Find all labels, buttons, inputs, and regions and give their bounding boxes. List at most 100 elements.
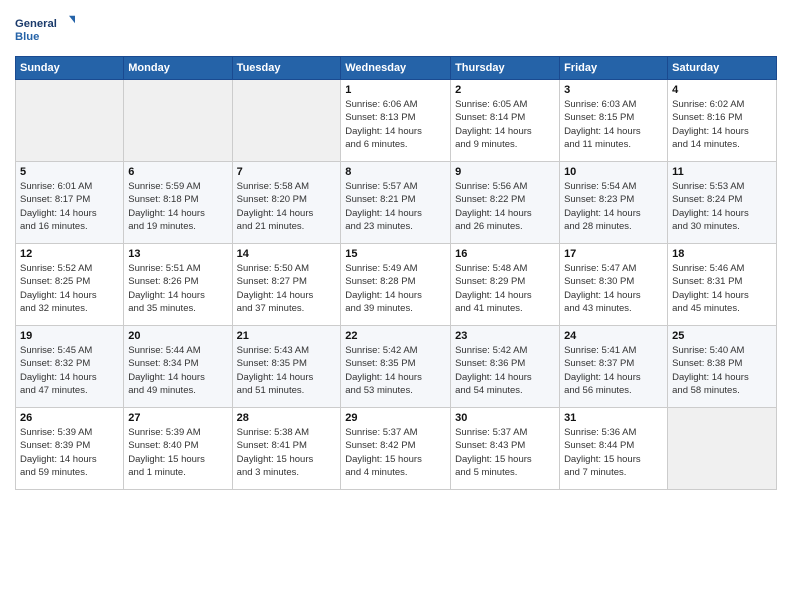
day-number: 23 [455,330,555,342]
day-info: Sunrise: 5:42 AM Sunset: 8:35 PM Dayligh… [345,344,446,397]
calendar-cell: 15 Sunrise: 5:49 AM Sunset: 8:28 PM Dayli… [341,244,451,326]
day-of-week-header: Monday [124,57,232,80]
day-number: 29 [345,412,446,424]
day-number: 8 [345,166,446,178]
day-info: Sunrise: 5:39 AM Sunset: 8:40 PM Dayligh… [128,426,227,479]
day-info: Sunrise: 5:36 AM Sunset: 8:44 PM Dayligh… [564,426,663,479]
day-info: Sunrise: 5:53 AM Sunset: 8:24 PM Dayligh… [672,180,772,233]
day-info: Sunrise: 5:52 AM Sunset: 8:25 PM Dayligh… [20,262,119,315]
logo: General Blue [15,10,75,50]
day-number: 30 [455,412,555,424]
calendar-cell: 1 Sunrise: 6:06 AM Sunset: 8:13 PM Daylig… [341,80,451,162]
day-number: 20 [128,330,227,342]
calendar-week-row: 12 Sunrise: 5:52 AM Sunset: 8:25 PM Dayli… [16,244,777,326]
day-number: 15 [345,248,446,260]
header: General Blue [15,10,777,50]
day-number: 6 [128,166,227,178]
day-number: 9 [455,166,555,178]
calendar-week-row: 19 Sunrise: 5:45 AM Sunset: 8:32 PM Dayli… [16,326,777,408]
day-number: 11 [672,166,772,178]
day-info: Sunrise: 5:42 AM Sunset: 8:36 PM Dayligh… [455,344,555,397]
calendar-cell: 5Sunrise: 6:01 AM Sunset: 8:17 PM Daylig… [16,162,124,244]
day-number: 24 [564,330,663,342]
calendar-cell: 19 Sunrise: 5:45 AM Sunset: 8:32 PM Dayli… [16,326,124,408]
day-number: 10 [564,166,663,178]
day-info: Sunrise: 5:39 AM Sunset: 8:39 PM Dayligh… [20,426,119,479]
calendar-cell: 11 Sunrise: 5:53 AM Sunset: 8:24 PM Dayli… [668,162,777,244]
day-number: 26 [20,412,119,424]
day-info: Sunrise: 5:57 AM Sunset: 8:21 PM Dayligh… [345,180,446,233]
svg-text:Blue: Blue [15,31,39,43]
calendar-cell: 25Sunrise: 5:40 AM Sunset: 8:38 PM Dayli… [668,326,777,408]
day-info: Sunrise: 5:46 AM Sunset: 8:31 PM Dayligh… [672,262,772,315]
calendar-cell: 22 Sunrise: 5:42 AM Sunset: 8:35 PM Dayli… [341,326,451,408]
calendar-week-row: 1 Sunrise: 6:06 AM Sunset: 8:13 PM Daylig… [16,80,777,162]
day-number: 17 [564,248,663,260]
day-of-week-header: Thursday [451,57,560,80]
calendar-cell: 28 Sunrise: 5:38 AM Sunset: 8:41 PM Dayli… [232,408,341,490]
calendar-cell: 20 Sunrise: 5:44 AM Sunset: 8:34 PM Dayli… [124,326,232,408]
calendar-cell: 7 Sunrise: 5:58 AM Sunset: 8:20 PM Daylig… [232,162,341,244]
calendar-cell: 6Sunrise: 5:59 AM Sunset: 8:18 PM Daylig… [124,162,232,244]
page-container: General Blue SundayMondayTuesdayWednesda… [0,0,792,612]
day-of-week-header: Sunday [16,57,124,80]
calendar-cell: 18Sunrise: 5:46 AM Sunset: 8:31 PM Dayli… [668,244,777,326]
day-number: 16 [455,248,555,260]
calendar-cell: 23 Sunrise: 5:42 AM Sunset: 8:36 PM Dayli… [451,326,560,408]
day-number: 3 [564,84,663,96]
day-number: 21 [237,330,337,342]
day-number: 1 [345,84,446,96]
calendar-cell: 14Sunrise: 5:50 AM Sunset: 8:27 PM Dayli… [232,244,341,326]
calendar-cell: 16 Sunrise: 5:48 AM Sunset: 8:29 PM Dayli… [451,244,560,326]
day-number: 27 [128,412,227,424]
calendar-cell: 26 Sunrise: 5:39 AM Sunset: 8:39 PM Dayli… [16,408,124,490]
day-info: Sunrise: 6:05 AM Sunset: 8:14 PM Dayligh… [455,98,555,151]
day-info: Sunrise: 5:56 AM Sunset: 8:22 PM Dayligh… [455,180,555,233]
calendar-table: SundayMondayTuesdayWednesdayThursdayFrid… [15,56,777,490]
day-info: Sunrise: 5:38 AM Sunset: 8:41 PM Dayligh… [237,426,337,479]
day-of-week-header: Saturday [668,57,777,80]
svg-text:General: General [15,18,57,30]
calendar-cell [668,408,777,490]
day-info: Sunrise: 5:41 AM Sunset: 8:37 PM Dayligh… [564,344,663,397]
calendar-cell: 27 Sunrise: 5:39 AM Sunset: 8:40 PM Dayli… [124,408,232,490]
day-number: 12 [20,248,119,260]
logo-svg: General Blue [15,10,75,50]
day-info: Sunrise: 5:43 AM Sunset: 8:35 PM Dayligh… [237,344,337,397]
day-info: Sunrise: 5:47 AM Sunset: 8:30 PM Dayligh… [564,262,663,315]
day-info: Sunrise: 5:49 AM Sunset: 8:28 PM Dayligh… [345,262,446,315]
calendar-cell: 4Sunrise: 6:02 AM Sunset: 8:16 PM Daylig… [668,80,777,162]
day-number: 22 [345,330,446,342]
calendar-cell [124,80,232,162]
calendar-cell: 24 Sunrise: 5:41 AM Sunset: 8:37 PM Dayli… [560,326,668,408]
day-number: 5 [20,166,119,178]
day-info: Sunrise: 5:37 AM Sunset: 8:42 PM Dayligh… [345,426,446,479]
calendar-cell: 9 Sunrise: 5:56 AM Sunset: 8:22 PM Daylig… [451,162,560,244]
day-number: 13 [128,248,227,260]
calendar-cell: 12 Sunrise: 5:52 AM Sunset: 8:25 PM Dayli… [16,244,124,326]
day-of-week-header: Friday [560,57,668,80]
day-info: Sunrise: 5:37 AM Sunset: 8:43 PM Dayligh… [455,426,555,479]
day-of-week-header: Wednesday [341,57,451,80]
day-info: Sunrise: 5:51 AM Sunset: 8:26 PM Dayligh… [128,262,227,315]
day-number: 31 [564,412,663,424]
day-info: Sunrise: 5:54 AM Sunset: 8:23 PM Dayligh… [564,180,663,233]
day-number: 4 [672,84,772,96]
day-number: 25 [672,330,772,342]
calendar-week-row: 5Sunrise: 6:01 AM Sunset: 8:17 PM Daylig… [16,162,777,244]
day-info: Sunrise: 6:03 AM Sunset: 8:15 PM Dayligh… [564,98,663,151]
day-info: Sunrise: 5:45 AM Sunset: 8:32 PM Dayligh… [20,344,119,397]
calendar-cell: 3 Sunrise: 6:03 AM Sunset: 8:15 PM Daylig… [560,80,668,162]
day-info: Sunrise: 6:06 AM Sunset: 8:13 PM Dayligh… [345,98,446,151]
calendar-cell [232,80,341,162]
day-number: 14 [237,248,337,260]
day-info: Sunrise: 5:48 AM Sunset: 8:29 PM Dayligh… [455,262,555,315]
day-number: 19 [20,330,119,342]
day-number: 28 [237,412,337,424]
calendar-cell: 10 Sunrise: 5:54 AM Sunset: 8:23 PM Dayli… [560,162,668,244]
day-of-week-header: Tuesday [232,57,341,80]
day-info: Sunrise: 5:44 AM Sunset: 8:34 PM Dayligh… [128,344,227,397]
day-number: 7 [237,166,337,178]
day-info: Sunrise: 5:58 AM Sunset: 8:20 PM Dayligh… [237,180,337,233]
calendar-cell: 13 Sunrise: 5:51 AM Sunset: 8:26 PM Dayli… [124,244,232,326]
